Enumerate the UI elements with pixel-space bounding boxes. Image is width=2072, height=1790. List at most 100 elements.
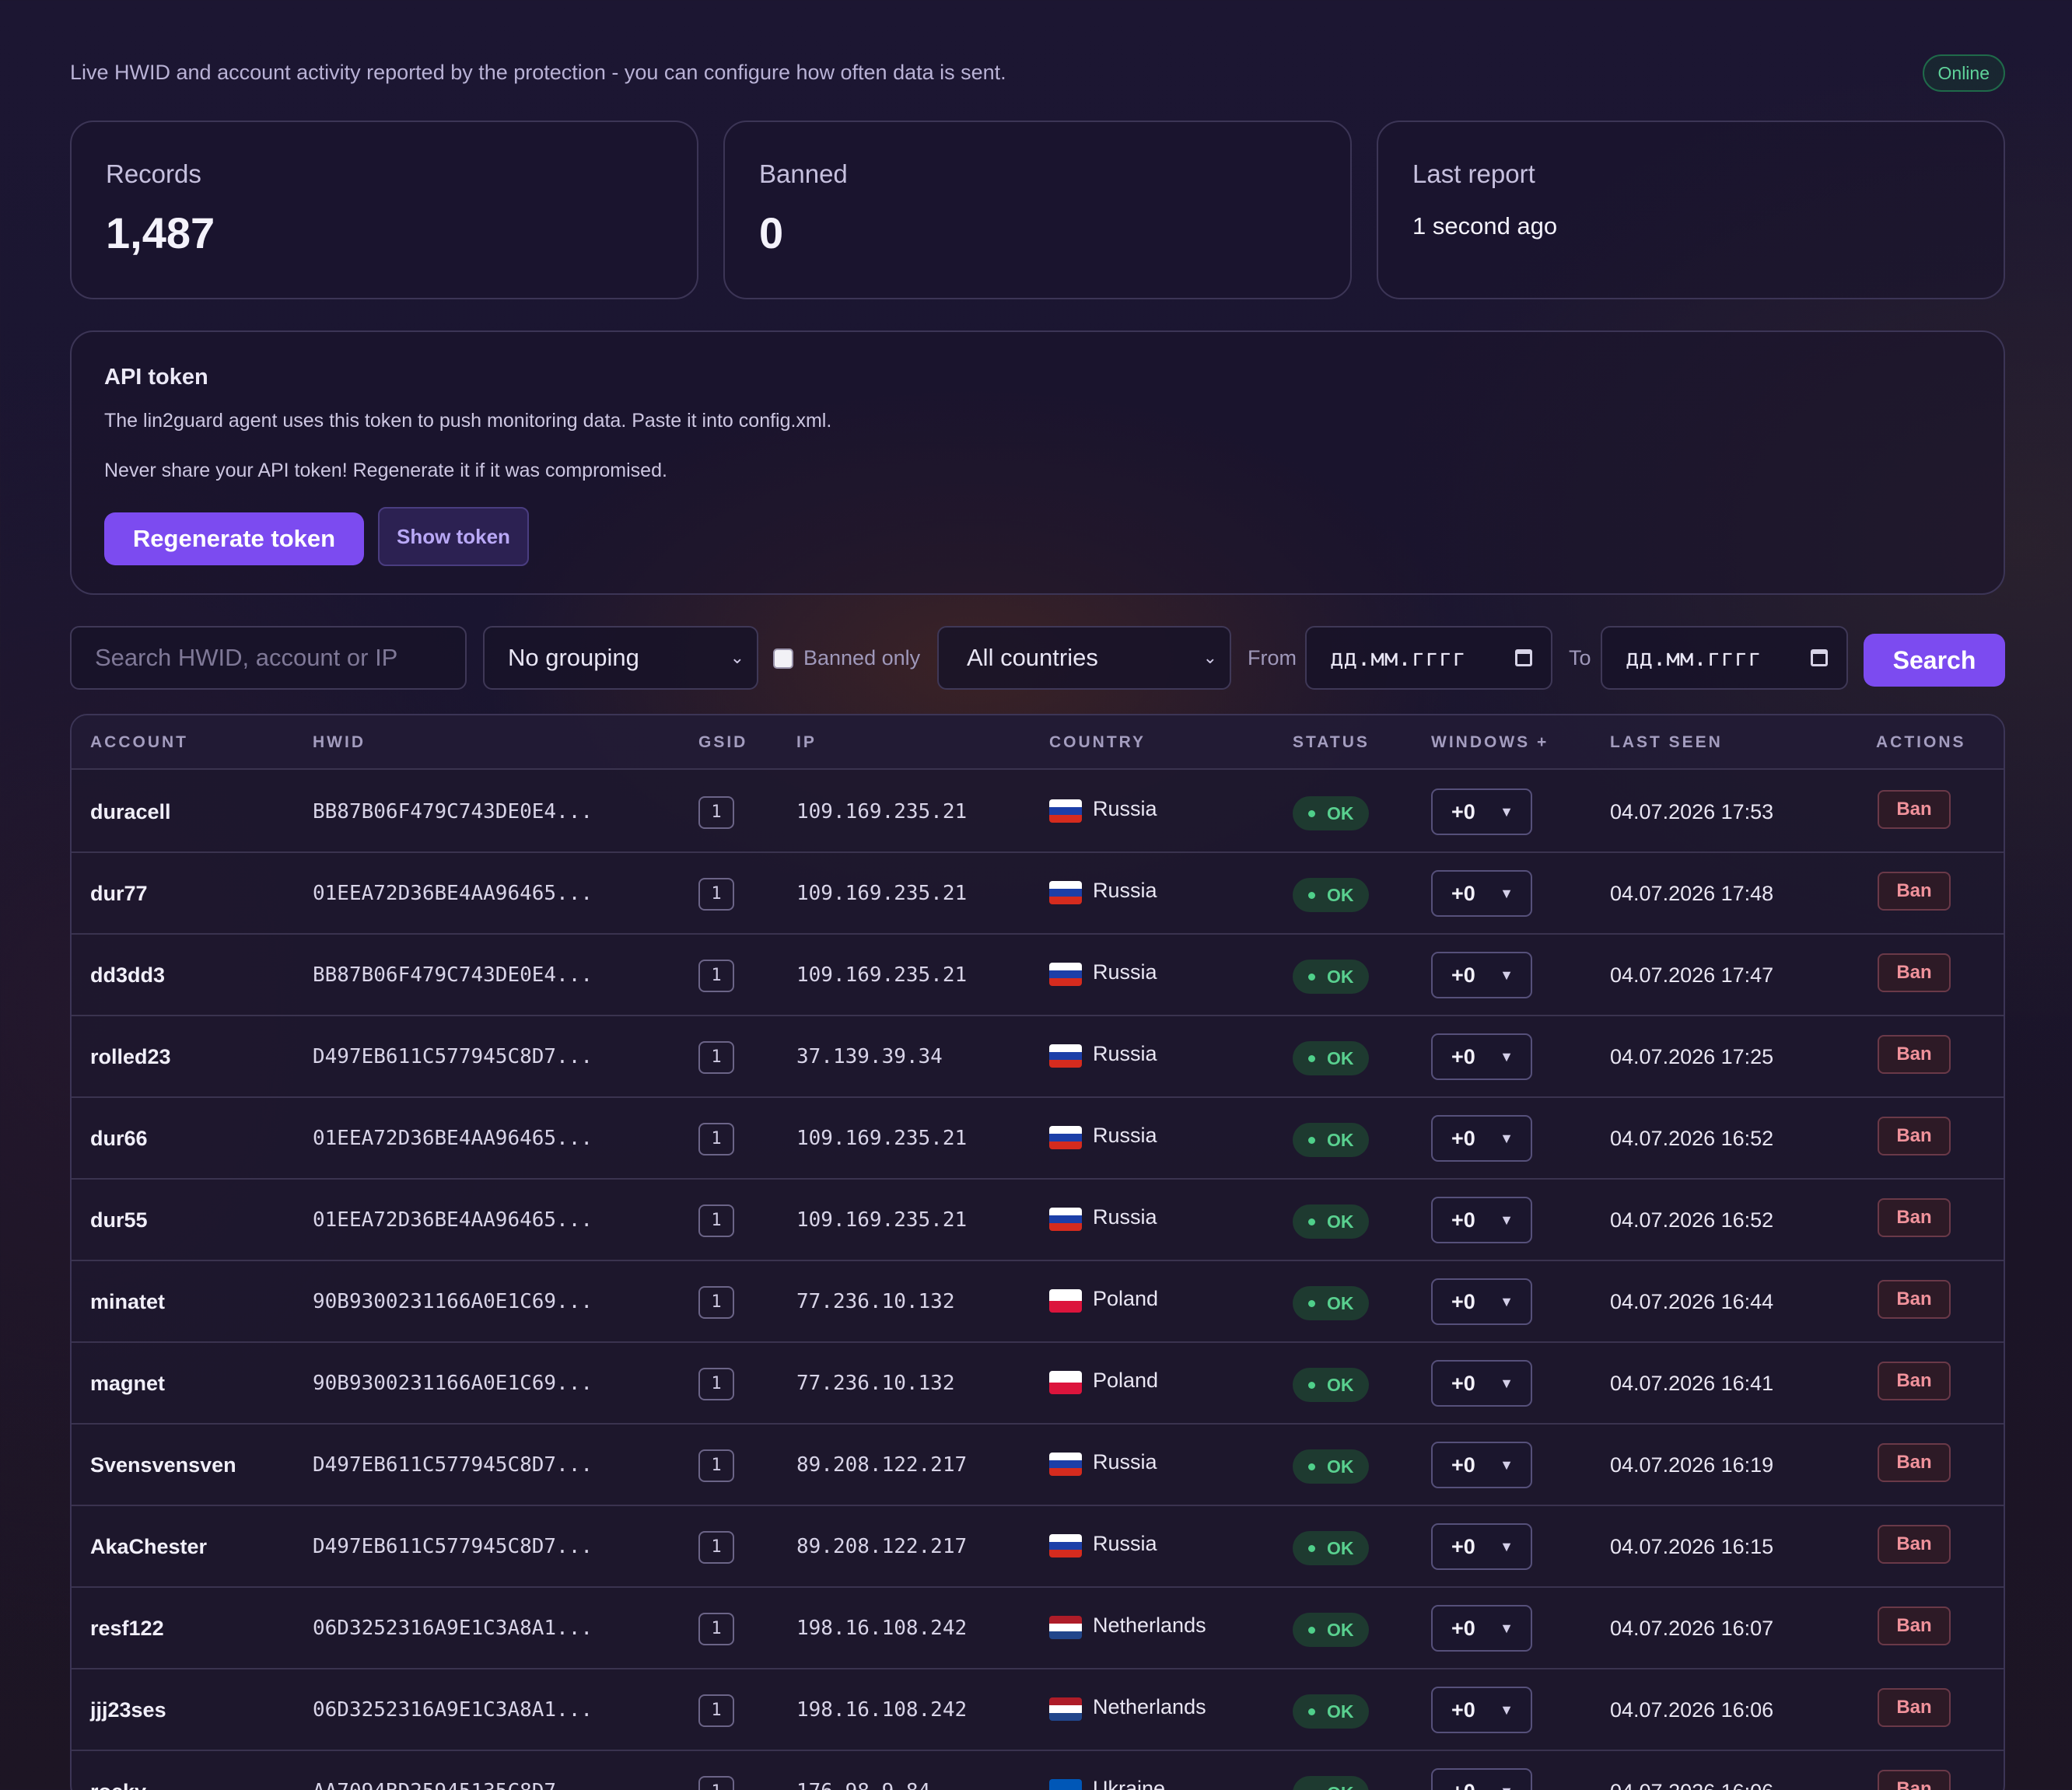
column-header-account[interactable]: ACCOUNT [90,715,188,770]
ban-button[interactable]: Ban [1878,1770,1951,1790]
to-date-input[interactable]: дд.мм.гггг [1601,626,1848,690]
ban-button[interactable]: Ban [1878,1280,1951,1319]
hwid-cell[interactable]: D497EB611C577945C8D7... [313,1016,593,1098]
hwid-cell[interactable]: 06D3252316A9E1C3A8A1... [313,1669,593,1751]
country-select[interactable]: All countries ⌄ [937,626,1231,690]
account-cell[interactable]: dur77 [90,853,148,935]
ip-cell[interactable]: 198.16.108.242 [796,1669,967,1751]
hwid-cell[interactable]: 90B9300231166A0E1C69... [313,1261,593,1343]
table-row[interactable]: Svensvensven D497EB611C577945C8D7... 1 89.2… [72,1425,2004,1506]
table-row[interactable]: jjj23ses 06D3252316A9E1C3A8A1... 1 198.16.1… [72,1669,2004,1751]
ban-button[interactable]: Ban [1878,953,1951,992]
ip-cell[interactable]: 109.169.235.21 [796,1098,967,1180]
windows-select[interactable]: +0 ▼ [1431,1687,1532,1733]
ip-cell[interactable]: 37.139.39.34 [796,1016,943,1098]
windows-select[interactable]: +0 ▼ [1431,1768,1532,1790]
column-header-ip[interactable]: IP [796,715,817,770]
ban-button[interactable]: Ban [1878,1198,1951,1237]
country-cell: Russia [1093,879,1157,902]
ip-cell[interactable]: 176.98.9.84 [796,1751,930,1790]
windows-select[interactable]: +0 ▼ [1431,1360,1532,1407]
hwid-cell[interactable]: D497EB611C577945C8D7... [313,1506,593,1588]
account-cell[interactable]: dur66 [90,1098,148,1180]
hwid-cell[interactable]: 01EEA72D36BE4AA96465... [313,1180,593,1261]
account-cell[interactable]: dd3dd3 [90,935,165,1016]
account-cell[interactable]: dur55 [90,1180,148,1261]
search-button[interactable]: Search [1864,634,2005,687]
table-row[interactable]: rolled23 D497EB611C577945C8D7... 1 37.139.3… [72,1016,2004,1098]
column-header-windows[interactable]: WINDOWS + [1431,715,1549,770]
windows-select[interactable]: +0 ▼ [1431,1278,1532,1325]
hwid-cell[interactable]: 06D3252316A9E1C3A8A1... [313,1588,593,1669]
windows-value: +0 [1451,800,1475,823]
column-header-gsid[interactable]: GSID [698,715,747,770]
ban-button[interactable]: Ban [1878,1606,1951,1645]
hwid-cell[interactable]: 01EEA72D36BE4AA96465... [313,853,593,935]
table-row[interactable]: magnet 90B9300231166A0E1C69... 1 77.236.10.… [72,1343,2004,1425]
ip-cell[interactable]: 198.16.108.242 [796,1588,967,1669]
search-input[interactable]: Search HWID, account or IP [70,626,467,690]
windows-select[interactable]: +0 ▼ [1431,1523,1532,1570]
hwid-cell[interactable]: BB87B06F479C743DE0E4... [313,935,593,1016]
windows-select[interactable]: +0 ▼ [1431,870,1532,917]
banned-only-checkbox[interactable] [773,649,793,669]
ip-cell[interactable]: 109.169.235.21 [796,1180,967,1261]
windows-select[interactable]: +0 ▼ [1431,952,1532,998]
ip-cell[interactable]: 77.236.10.132 [796,1343,955,1425]
ban-button[interactable]: Ban [1878,872,1951,911]
windows-select[interactable]: +0 ▼ [1431,1197,1532,1243]
hwid-cell[interactable]: BB87B06F479C743DE0E4... [313,771,593,853]
table-row[interactable]: dur55 01EEA72D36BE4AA96465... 1 109.169.235… [72,1180,2004,1261]
calendar-icon[interactable] [1515,649,1532,666]
windows-select[interactable]: +0 ▼ [1431,1033,1532,1080]
ban-button[interactable]: Ban [1878,1688,1951,1727]
ip-cell[interactable]: 89.208.122.217 [796,1506,967,1588]
ban-button[interactable]: Ban [1878,1443,1951,1482]
windows-select[interactable]: +0 ▼ [1431,1442,1532,1488]
table-row[interactable]: AkaChester D497EB611C577945C8D7... 1 89.208… [72,1506,2004,1588]
ban-button[interactable]: Ban [1878,1362,1951,1400]
ip-cell[interactable]: 77.236.10.132 [796,1261,955,1343]
account-cell[interactable]: AkaChester [90,1506,207,1588]
calendar-icon[interactable] [1811,649,1828,666]
hwid-cell[interactable]: AA7094BD25945135C8D7... [313,1751,593,1790]
grouping-select[interactable]: No grouping ⌄ [483,626,758,690]
ban-button[interactable]: Ban [1878,790,1951,829]
show-token-button[interactable]: Show token [378,507,529,566]
ip-cell[interactable]: 109.169.235.21 [796,771,967,853]
ban-button[interactable]: Ban [1878,1525,1951,1564]
account-cell[interactable]: duracell [90,771,171,853]
table-row[interactable]: minatet 90B9300231166A0E1C69... 1 77.236.10… [72,1261,2004,1343]
hwid-cell[interactable]: 01EEA72D36BE4AA96465... [313,1098,593,1180]
status-badge: OK [1293,796,1369,830]
windows-select[interactable]: +0 ▼ [1431,788,1532,835]
windows-select[interactable]: +0 ▼ [1431,1115,1532,1162]
column-header-hwid[interactable]: HWID [313,715,366,770]
table-row[interactable]: rocky AA7094BD25945135C8D7... 1 176.98.9.84… [72,1751,2004,1790]
account-cell[interactable]: rocky [90,1751,146,1790]
hwid-cell[interactable]: 90B9300231166A0E1C69... [313,1343,593,1425]
ip-cell[interactable]: 109.169.235.21 [796,935,967,1016]
column-header-last-seen[interactable]: LAST SEEN [1610,715,1723,770]
table-row[interactable]: dur77 01EEA72D36BE4AA96465... 1 109.169.235… [72,853,2004,935]
table-row[interactable]: duracell BB87B06F479C743DE0E4... 1 109.169.… [72,771,2004,853]
ban-button[interactable]: Ban [1878,1035,1951,1074]
column-header-status[interactable]: STATUS [1293,715,1370,770]
table-row[interactable]: resf122 06D3252316A9E1C3A8A1... 1 198.16.10… [72,1588,2004,1669]
regenerate-token-button[interactable]: Regenerate token [104,512,364,565]
ip-cell[interactable]: 109.169.235.21 [796,853,967,935]
account-cell[interactable]: resf122 [90,1588,164,1669]
table-row[interactable]: dur66 01EEA72D36BE4AA96465... 1 109.169.235… [72,1098,2004,1180]
account-cell[interactable]: jjj23ses [90,1669,166,1751]
column-header-country[interactable]: COUNTRY [1049,715,1146,770]
ban-button[interactable]: Ban [1878,1117,1951,1155]
account-cell[interactable]: Svensvensven [90,1425,236,1506]
hwid-cell[interactable]: D497EB611C577945C8D7... [313,1425,593,1506]
account-cell[interactable]: rolled23 [90,1016,171,1098]
account-cell[interactable]: minatet [90,1261,165,1343]
account-cell[interactable]: magnet [90,1343,165,1425]
from-date-input[interactable]: дд.мм.гггг [1305,626,1552,690]
ip-cell[interactable]: 89.208.122.217 [796,1425,967,1506]
windows-select[interactable]: +0 ▼ [1431,1605,1532,1652]
table-row[interactable]: dd3dd3 BB87B06F479C743DE0E4... 1 109.169.23… [72,935,2004,1016]
